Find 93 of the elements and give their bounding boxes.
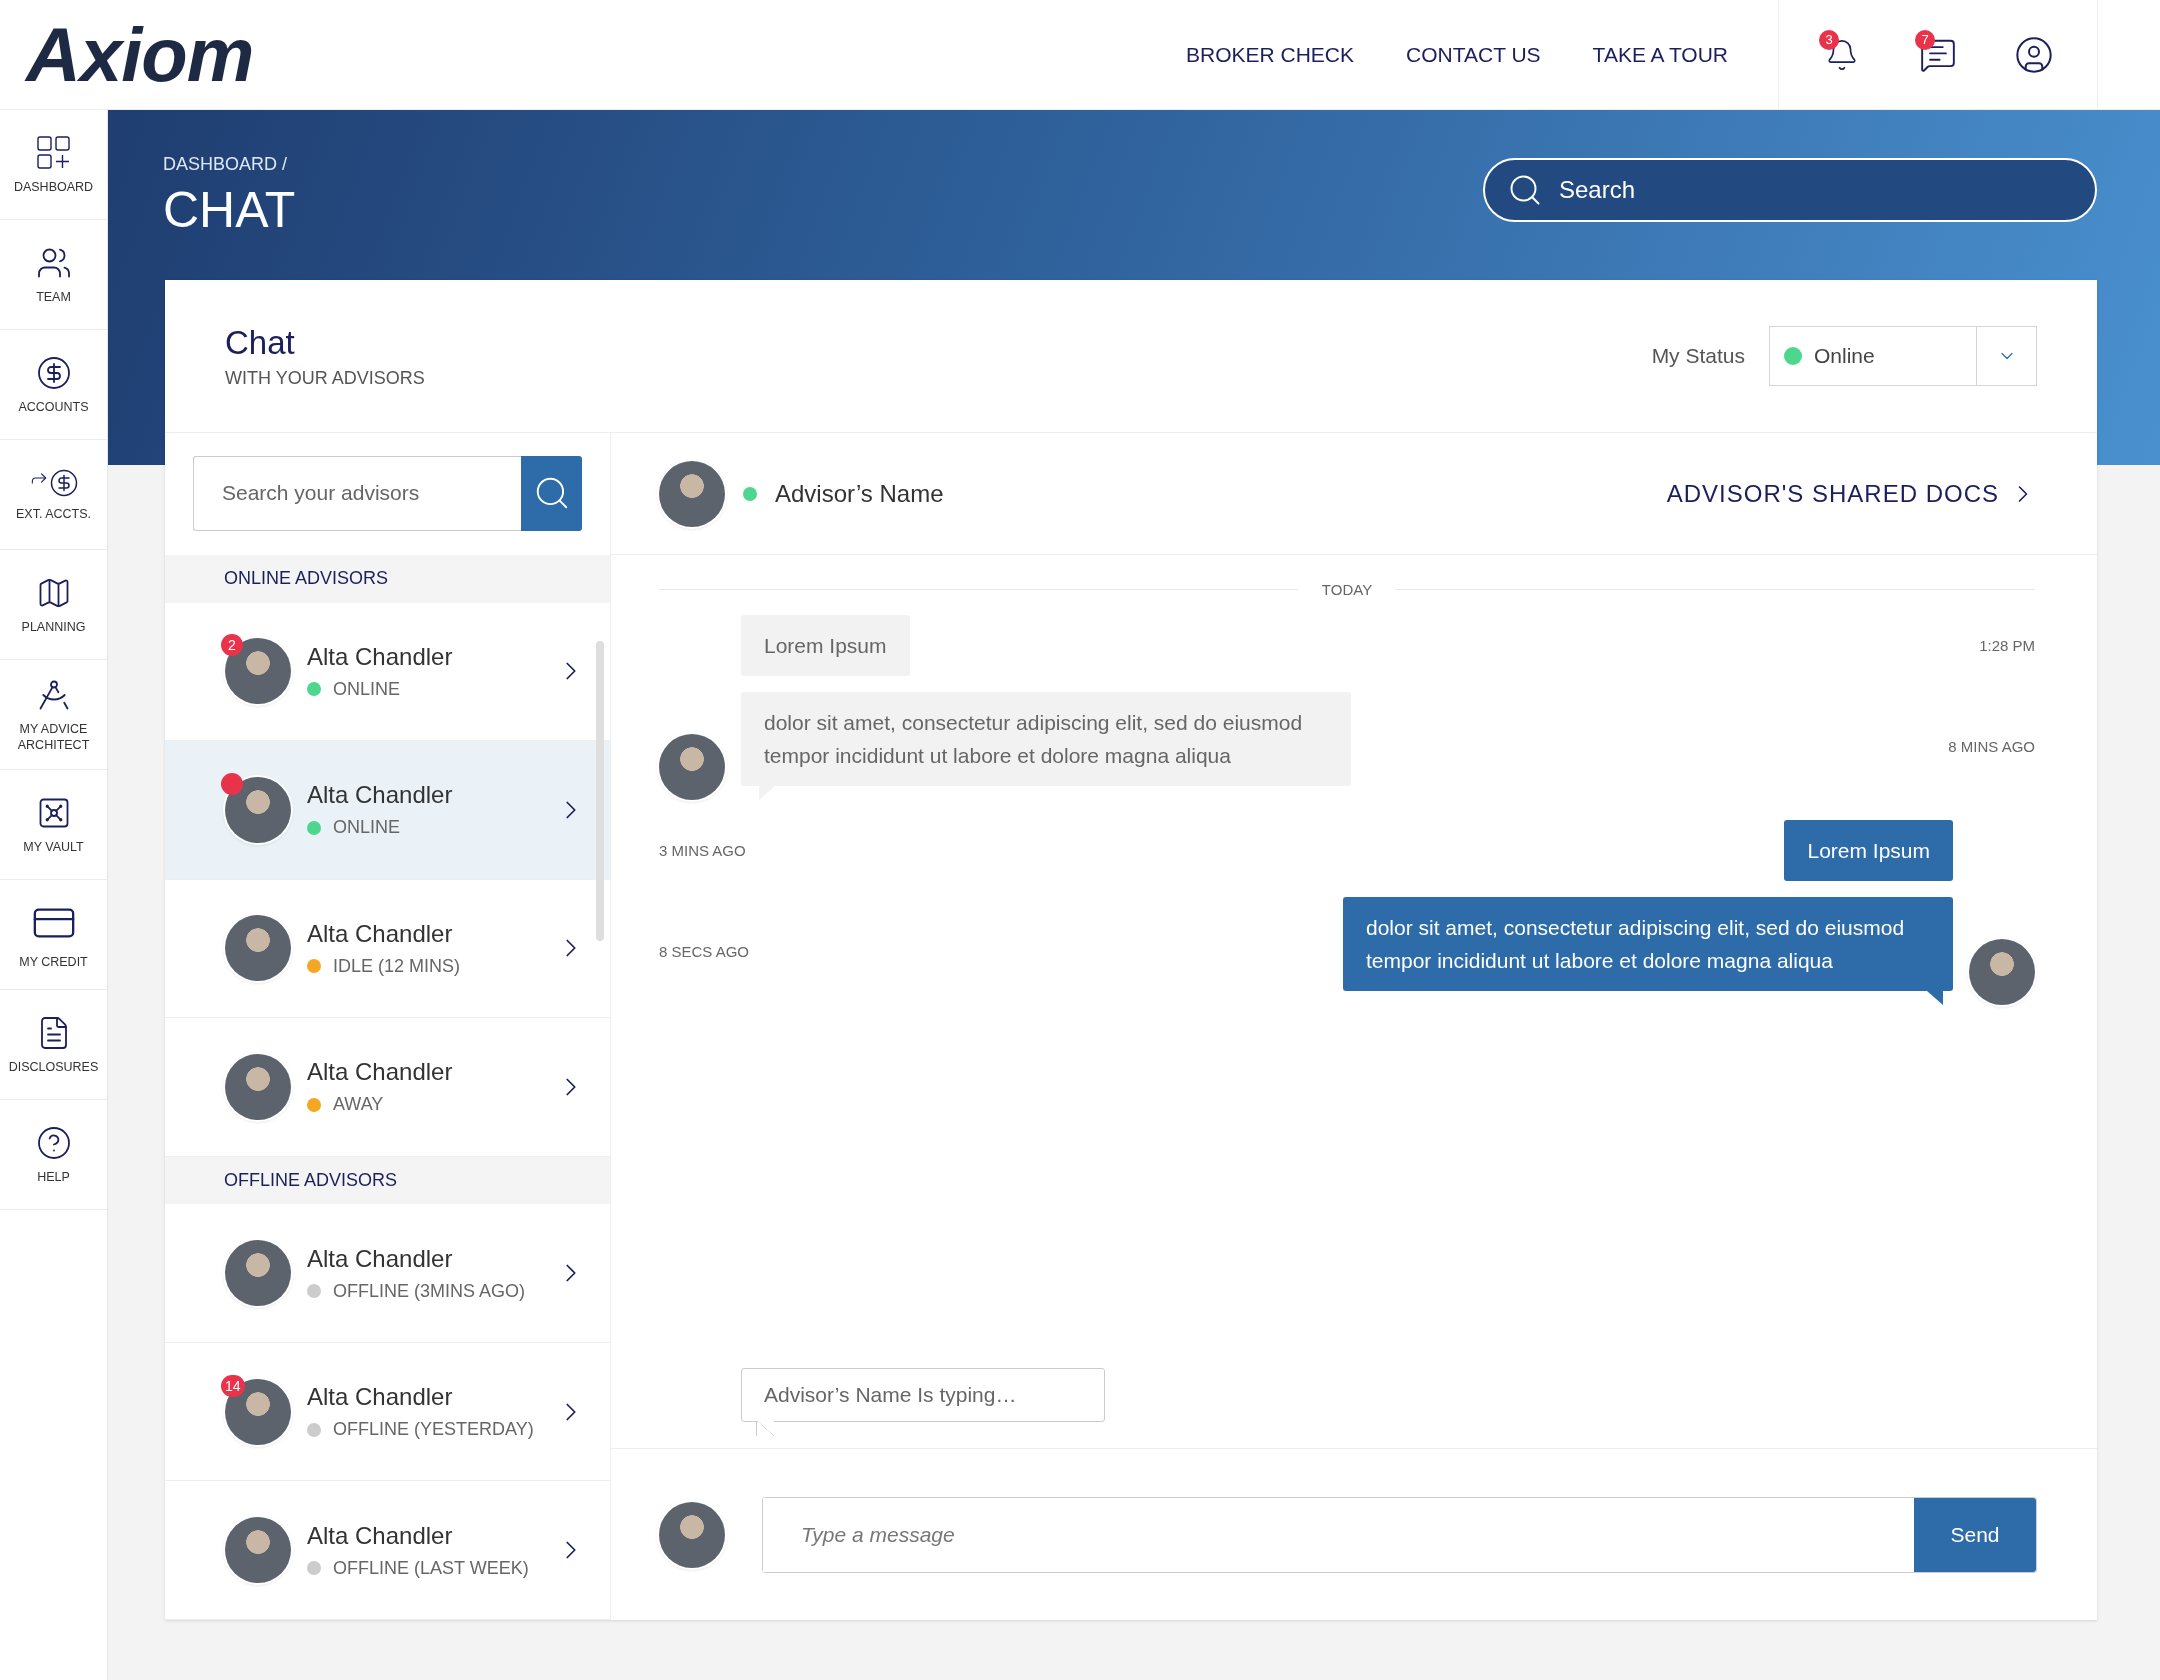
status-label: My Status — [1651, 344, 1745, 368]
count-badge: 7 — [1915, 29, 1935, 50]
avatar — [225, 1240, 291, 1307]
advisor-item[interactable]: Alta Chandler OFFLINE (LAST WEEK) — [165, 1481, 610, 1620]
count-badge: 3 — [1819, 29, 1839, 50]
avatar — [225, 1378, 291, 1445]
card-title: Chat — [225, 323, 296, 362]
sidebar-item[interactable]: MY CREDIT — [0, 880, 107, 990]
advisor-item[interactable]: Alta Chandler IDLE (12 MINS) — [165, 879, 610, 1019]
unread-badge: 2 — [221, 634, 243, 657]
avatar — [225, 1053, 291, 1120]
dollar-circle-icon — [35, 354, 72, 391]
advisor-name: Alta Chandler — [307, 1383, 454, 1412]
sidebar-label: PLANNING — [21, 618, 86, 635]
help-icon — [35, 1124, 72, 1161]
search-field[interactable]: Search — [1557, 175, 2073, 205]
nav-link[interactable]: CONTACT US — [1406, 42, 1541, 67]
bell-icon — [1825, 37, 1859, 72]
sidebar-item[interactable]: HELP — [0, 1100, 107, 1210]
advisor-status: OFFLINE (3MINS AGO) — [333, 1280, 526, 1302]
sidebar-label: EXT. ACCTS. — [16, 505, 91, 522]
sidebar-item[interactable]: TEAM — [0, 220, 107, 330]
logo: Axiom — [26, 11, 254, 98]
sidebar-item[interactable]: ACCOUNTS — [0, 330, 107, 440]
shared-docs-link[interactable]: ADVISOR'S SHARED DOCS — [1666, 479, 2037, 508]
avatar — [659, 1501, 725, 1568]
advisor-item[interactable]: 14 Alta Chandler OFFLINE (YESTERDAY) — [165, 1342, 610, 1482]
advisor-name: Advisor’s Name — [775, 479, 944, 508]
sidebar-label: TEAM — [36, 288, 71, 305]
advisor-item[interactable]: Alta Chandler OFFLINE (3MINS AGO) — [165, 1204, 610, 1343]
advisor-status: ONLINE — [333, 817, 401, 839]
search-button[interactable] — [521, 456, 582, 531]
section-title: ONLINE ADVISORS — [224, 568, 389, 590]
advisor-status: OFFLINE (LAST WEEK) — [333, 1557, 529, 1579]
avatar — [225, 915, 291, 982]
profile-icon — [2014, 34, 2054, 75]
sidebar-item[interactable]: PLANNING — [0, 550, 107, 660]
unread-dot — [221, 772, 243, 795]
page-title: CHAT — [163, 181, 296, 239]
advisor-name: Alta Chandler — [307, 781, 454, 810]
advisor-name: Alta Chandler — [307, 642, 454, 671]
advisor-status: ONLINE — [333, 678, 401, 700]
sidebar-item[interactable]: DASHBOARD — [0, 110, 107, 220]
unread-badge: 14 — [221, 1374, 245, 1397]
avatar — [225, 776, 291, 843]
avatar — [659, 734, 725, 800]
avatar — [659, 460, 725, 527]
sidebar-label: DASHBOARD — [13, 178, 94, 195]
sidebar-item[interactable]: MY VAULT — [0, 770, 107, 880]
sidebar-item[interactable]: MY ADVICE ARCHITECT — [0, 660, 107, 770]
message-time: 8 SECS AGO — [659, 942, 750, 960]
message-time: 1:28 PM — [1979, 637, 2035, 654]
advisor-item[interactable]: Alta Chandler ONLINE — [165, 741, 610, 880]
message-time: 3 MINS AGO — [659, 842, 746, 859]
nav-link[interactable]: BROKER CHECK — [1186, 42, 1355, 67]
scrollbar[interactable] — [596, 641, 604, 941]
card-subtitle: WITH YOUR ADVISORS — [225, 367, 425, 389]
advisor-search-field[interactable]: Search your advisors — [193, 456, 521, 531]
sidebar-label: MY CREDIT — [19, 953, 88, 970]
sidebar-item[interactable]: EXT. ACCTS. — [0, 440, 107, 550]
breadcrumb: DASHBOARD / — [163, 154, 289, 175]
avatar — [225, 1517, 291, 1584]
sidebar-label: ACCOUNTS — [18, 398, 89, 415]
sidebar-label: MY ADVICE ARCHITECT — [16, 720, 91, 753]
message-bubble: Lorem Ipsum — [741, 615, 910, 676]
send-button[interactable]: Send — [1914, 1497, 2036, 1572]
section-title: OFFLINE ADVISORS — [224, 1170, 398, 1192]
message-composer[interactable]: Type a message Send — [762, 1496, 2037, 1573]
advisor-status: AWAY — [333, 1094, 384, 1116]
avatar — [1969, 939, 2035, 1005]
sidebar-label: HELP — [37, 1168, 70, 1185]
sidebar-label: DISCLOSURES — [8, 1058, 99, 1075]
advisor-name: Alta Chandler — [307, 1244, 454, 1273]
message-bubble: Lorem Ipsum — [1784, 820, 1953, 881]
sidebar-item[interactable]: DISCLOSURES — [0, 990, 107, 1100]
advisor-status: IDLE (12 MINS) — [333, 955, 461, 977]
advisor-item[interactable]: 2 Alta Chandler ONLINE — [165, 602, 610, 742]
advisor-name: Alta Chandler — [307, 1521, 454, 1550]
avatar — [225, 638, 291, 705]
messages-button[interactable]: 7 — [1915, 31, 1961, 78]
status-dropdown[interactable]: Online — [1769, 326, 2037, 386]
notifications-button[interactable]: 3 — [1819, 31, 1865, 78]
advisor-name: Alta Chandler — [307, 1058, 454, 1087]
sidebar-label: MY VAULT — [23, 838, 84, 855]
advisor-name: Alta Chandler — [307, 919, 454, 948]
search-bar[interactable]: Search — [1483, 158, 2097, 222]
message-time: 8 MINS AGO — [1948, 737, 2035, 755]
nav-link[interactable]: TAKE A TOUR — [1592, 42, 1728, 67]
grid-plus-icon — [35, 134, 72, 171]
advisor-status: OFFLINE (YESTERDAY) — [333, 1419, 534, 1441]
advisor-item[interactable]: Alta Chandler AWAY — [165, 1018, 610, 1157]
day-divider: TODAY — [1321, 580, 1373, 598]
bubble-tail — [1927, 991, 1943, 1005]
